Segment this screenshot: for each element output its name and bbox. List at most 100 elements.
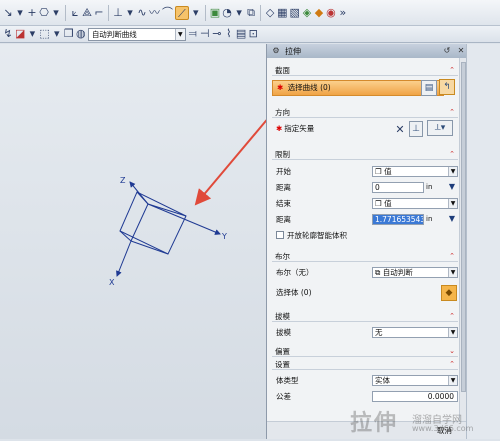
grid-icon[interactable]: ▤ xyxy=(236,27,246,41)
connect-icon[interactable]: ⫤ xyxy=(188,27,198,41)
corner-icon[interactable]: ⌐ xyxy=(94,6,104,20)
select-body-icon[interactable]: ◆ xyxy=(441,285,457,301)
draft-title: 拔模 xyxy=(275,312,290,321)
close-icon[interactable]: ✕ xyxy=(456,46,466,56)
curve-icon[interactable]: ∿ xyxy=(137,6,147,20)
gear-icon[interactable]: ⚙ xyxy=(271,46,281,56)
collapse-icon[interactable]: ⌃ xyxy=(449,149,455,160)
curve-rule-combo[interactable]: 自动判断曲线 ▼ xyxy=(87,27,186,41)
constraint-icon[interactable]: ⊥ xyxy=(113,6,123,20)
vector-dialog-icon[interactable]: ⊥ xyxy=(409,121,423,137)
mesh-icon[interactable]: ▦ xyxy=(277,6,287,20)
sketch-section-icon[interactable]: ▤ xyxy=(421,80,437,96)
select-filter-icon[interactable]: ◪ xyxy=(15,27,25,41)
separator xyxy=(260,4,262,21)
draft-select[interactable]: 无 ▼ xyxy=(372,327,458,338)
limits-header[interactable]: 限制 ⌃ xyxy=(272,149,458,160)
intersect-icon[interactable]: ⊣ xyxy=(200,27,210,41)
select-body-row: 选择体 (0) xyxy=(276,287,458,299)
main-toolbar: ↘ ▾ + ⎔ ▾ ⟀ ⟁ ⌐ ⊥ ▾ ∿ 〰 ⌒ ⟋ ▾ ▣ ◔ ▾ ⧉ ◇ … xyxy=(0,0,500,26)
boolean-value: 自动判断 xyxy=(382,268,413,277)
chevron-down-icon: ▼ xyxy=(174,28,185,40)
start-type-value: 值 xyxy=(384,167,392,176)
trim-body-icon[interactable]: ◉ xyxy=(326,6,336,20)
graphics-viewport[interactable]: Z Y X xyxy=(0,44,271,439)
dialog-titlebar[interactable]: ⚙ 拉伸 ↺ ✕ xyxy=(267,44,466,58)
dialog-scrollbar[interactable] xyxy=(459,58,466,421)
snap-icon[interactable]: ↯ xyxy=(3,27,13,41)
tolerance-input[interactable]: 0.0000 xyxy=(372,391,458,402)
surface-icon[interactable]: ◇ xyxy=(265,6,275,20)
collapse-icon[interactable]: ⌃ xyxy=(449,311,455,322)
collapse-icon[interactable]: ⌃ xyxy=(449,107,455,118)
active-curve-icon[interactable]: ⟋ xyxy=(175,5,189,20)
collapse-icon[interactable]: ⌃ xyxy=(449,359,455,370)
cube-icon: ❒ xyxy=(375,167,385,176)
body-type-select[interactable]: 实体 ▼ xyxy=(372,375,458,386)
arrow-down-icon[interactable]: ▼ xyxy=(448,182,456,192)
stop-icon[interactable]: ⊡ xyxy=(248,27,258,41)
mirror-icon[interactable]: ⧉ xyxy=(246,6,256,20)
cube-icon: ❒ xyxy=(375,199,385,208)
point-icon[interactable]: + xyxy=(27,6,37,20)
end-distance-input[interactable]: 1.771653543 xyxy=(372,214,424,225)
dialog-body: 截面 ⌃ ✱ 选择曲线 (0) ▤ ↰ 方向 ⌃ ✱ 指定矢量 ✕ ⊥ ⟂▾ 限制… xyxy=(267,58,460,439)
collapse-icon[interactable]: ⌃ xyxy=(449,251,455,262)
curve-rule-value: 自动判断曲线 xyxy=(91,29,137,39)
open-profile-label: 开放轮廓智能体积 xyxy=(287,231,347,240)
sew-icon[interactable]: ◆ xyxy=(314,6,324,20)
open-profile-checkbox[interactable] xyxy=(276,231,284,239)
dropdown-icon[interactable]: ▾ xyxy=(27,27,37,41)
end-type-select[interactable]: ❒ 值 ▼ xyxy=(372,198,458,209)
open-profile-row[interactable]: 开放轮廓智能体积 xyxy=(276,230,458,242)
cancel-button[interactable]: 取消 xyxy=(437,425,452,437)
settings-header[interactable]: 设置 ⌃ xyxy=(272,359,458,370)
revolve-icon[interactable]: ◔ xyxy=(222,6,232,20)
expand-icon[interactable]: ⌄ xyxy=(449,346,455,357)
curve-select-icon[interactable]: ⌇ xyxy=(224,27,234,41)
spline-icon[interactable]: 〰 xyxy=(149,6,160,20)
trim-icon[interactable]: ⟀ xyxy=(70,6,80,20)
vector-type-icon[interactable]: ⟂▾ xyxy=(427,120,453,136)
end-distance-value: 1.771653543 xyxy=(375,215,424,224)
required-mark-icon: ✱ xyxy=(277,83,284,92)
view-icon[interactable]: ◍ xyxy=(76,27,86,41)
reset-icon[interactable]: ↺ xyxy=(442,46,452,56)
extend-icon[interactable]: ⟁ xyxy=(82,6,92,20)
viewport-graphics xyxy=(116,115,271,277)
box-select-icon[interactable]: ⬚ xyxy=(39,27,49,41)
section-header[interactable]: 截面 ⌃ xyxy=(272,65,458,76)
dropdown-icon[interactable]: ▾ xyxy=(52,27,62,41)
collapse-icon[interactable]: ⌃ xyxy=(449,65,455,76)
curve-select-icon[interactable]: ↰ xyxy=(439,79,455,95)
y-axis-line xyxy=(147,203,221,235)
selection-toolbar: ↯ ◪ ▾ ⬚ ▾ ❒ ◍ 自动判断曲线 ▼ ⫤ ⊣ ⊸ ⌇ ▤ ⊡ xyxy=(0,26,500,43)
offset-header[interactable]: 偏置 ⌄ xyxy=(272,346,458,357)
reverse-direction-icon[interactable]: ✕ xyxy=(395,123,405,137)
chevron-down-icon: ▼ xyxy=(448,199,457,208)
thicken-icon[interactable]: ◈ xyxy=(302,6,312,20)
extrude-icon[interactable]: ▣ xyxy=(210,6,220,20)
separator xyxy=(204,4,206,21)
draft-header[interactable]: 拔模 ⌃ xyxy=(272,311,458,322)
arc-icon[interactable]: ⌒ xyxy=(162,6,173,20)
dropdown-icon[interactable]: ▾ xyxy=(51,6,61,20)
profile-icon[interactable]: ⎔ xyxy=(39,6,49,20)
boolean-select[interactable]: ⧉ 自动判断 ▼ xyxy=(372,267,458,278)
arrow-down-icon[interactable]: ▼ xyxy=(448,214,456,224)
start-distance-input[interactable]: 0 xyxy=(372,182,424,193)
select-curve-row[interactable]: ✱ 选择曲线 (0) xyxy=(272,80,444,96)
more-icon[interactable]: » xyxy=(338,6,348,20)
solid-icon[interactable]: ❒ xyxy=(64,27,74,41)
dropdown-icon[interactable]: ▾ xyxy=(15,6,25,20)
z-axis-label: Z xyxy=(120,176,126,185)
start-type-select[interactable]: ❒ 值 ▼ xyxy=(372,166,458,177)
boolean-header[interactable]: 布尔 ⌃ xyxy=(272,251,458,262)
tangent-icon[interactable]: ⊸ xyxy=(212,27,222,41)
dropdown-icon[interactable]: ▾ xyxy=(191,6,201,20)
ruled-surface-icon[interactable]: ▧ xyxy=(290,6,300,20)
dropdown-icon[interactable]: ▾ xyxy=(125,6,135,20)
direction-header[interactable]: 方向 ⌃ xyxy=(272,107,458,118)
sketch-icon[interactable]: ↘ xyxy=(3,6,13,20)
dropdown-icon[interactable]: ▾ xyxy=(234,6,244,20)
